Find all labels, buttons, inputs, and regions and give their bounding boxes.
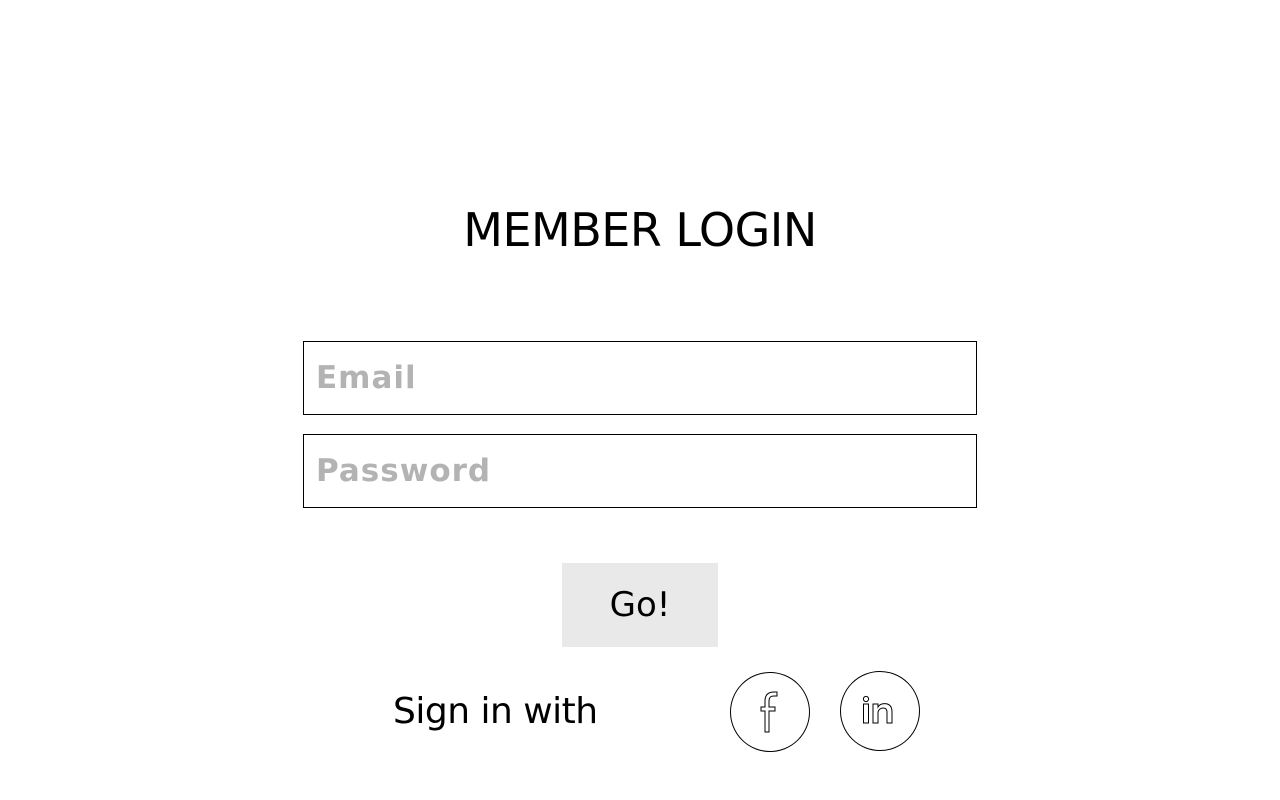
password-field[interactable] — [303, 434, 977, 508]
email-field[interactable] — [303, 341, 977, 415]
facebook-button[interactable] — [730, 672, 810, 752]
page-title: MEMBER LOGIN — [463, 203, 817, 257]
sign-in-with-label: Sign in with — [393, 691, 598, 732]
linkedin-button[interactable] — [840, 671, 920, 751]
linkedin-icon — [862, 694, 898, 728]
go-button[interactable]: Go! — [562, 563, 718, 647]
facebook-icon — [755, 689, 785, 735]
login-page: MEMBER LOGIN Go! Sign in with — [0, 0, 1280, 800]
